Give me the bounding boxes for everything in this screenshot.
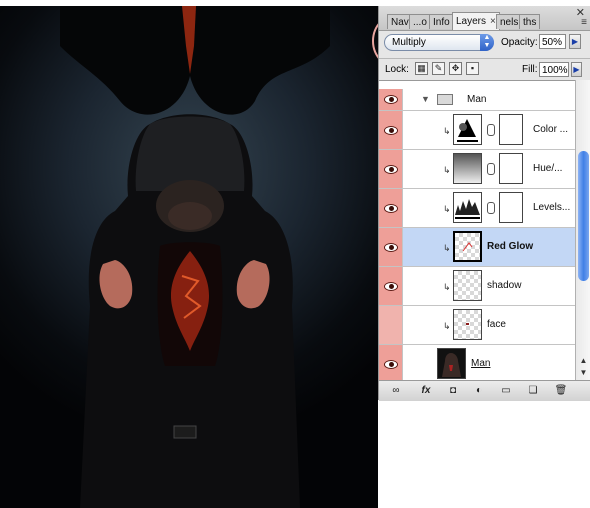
layer-name: Color ... bbox=[533, 124, 569, 135]
tab-layers[interactable]: Layers × bbox=[452, 12, 500, 30]
visibility-toggle[interactable] bbox=[379, 189, 403, 227]
visibility-toggle[interactable] bbox=[379, 345, 403, 381]
layer-row-man[interactable]: Man bbox=[379, 345, 575, 381]
clip-arrow-icon: ↳ bbox=[443, 282, 451, 292]
clip-arrow-icon: ↳ bbox=[443, 126, 451, 136]
eye-icon bbox=[384, 95, 398, 104]
eye-icon bbox=[384, 126, 398, 135]
layer-name: shadow bbox=[487, 280, 522, 291]
layer-name: Man bbox=[471, 358, 491, 369]
fill-slider-button[interactable]: ▶ bbox=[571, 62, 582, 77]
opacity-label: Opacity: bbox=[501, 37, 538, 48]
fill-input[interactable]: 100% bbox=[539, 62, 569, 77]
layers-bottom-toolbar: ∞ fx ◘ ◐ ▭ ❏ 🗑 bbox=[379, 380, 590, 401]
tab-paths[interactable]: ths bbox=[519, 14, 541, 29]
eye-icon bbox=[384, 282, 398, 291]
visibility-toggle[interactable] bbox=[379, 150, 403, 188]
lock-label: Lock: bbox=[385, 64, 409, 75]
eye-icon bbox=[384, 360, 398, 369]
scroll-thumb[interactable] bbox=[578, 151, 589, 281]
lock-all-icon[interactable]: ▪ bbox=[466, 62, 479, 75]
scroll-down-arrow-icon[interactable]: ▼ bbox=[578, 368, 589, 378]
visibility-toggle[interactable] bbox=[379, 228, 403, 266]
layer-row-face[interactable]: ↳ face bbox=[379, 306, 575, 345]
layer-row-shadow[interactable]: ↳ shadow bbox=[379, 267, 575, 306]
palette-tab-bar: Nav ...o Info Layers × nels ths ✕ ≡ bbox=[379, 6, 590, 31]
eye-icon bbox=[384, 204, 398, 213]
eye-icon bbox=[384, 243, 398, 252]
visibility-toggle[interactable] bbox=[379, 267, 403, 305]
layers-list: ▼ Man ↳ Color ... ↳ Hue/... ↳ Levels... … bbox=[379, 80, 575, 381]
folder-icon bbox=[437, 94, 453, 105]
eye-icon bbox=[384, 165, 398, 174]
visibility-toggle[interactable] bbox=[379, 111, 403, 149]
opacity-slider-button[interactable]: ▶ bbox=[569, 34, 581, 49]
opacity-input[interactable]: 50% bbox=[539, 34, 566, 49]
levels-histogram-icon bbox=[453, 192, 482, 223]
scroll-up-arrow-icon[interactable]: ▲ bbox=[578, 356, 589, 366]
chain-link-icon bbox=[487, 124, 495, 136]
visibility-toggle[interactable] bbox=[379, 89, 403, 110]
layer-mask-thumbnail bbox=[499, 153, 523, 184]
layer-thumbnail bbox=[453, 231, 482, 262]
layer-name: Man bbox=[467, 94, 487, 105]
layer-row-hue-saturation[interactable]: ↳ Hue/... bbox=[379, 150, 575, 189]
clip-arrow-icon: ↳ bbox=[443, 243, 451, 253]
layers-scrollbar[interactable]: ▲ ▼ bbox=[575, 80, 590, 380]
add-mask-icon[interactable]: ◘ bbox=[445, 384, 461, 397]
clip-arrow-icon: ↳ bbox=[443, 204, 451, 214]
blend-row: Multiply ▲ ▼ Opacity: 50% ▶ bbox=[379, 31, 590, 57]
chain-link-icon bbox=[487, 202, 495, 214]
lock-move-icon[interactable]: ✥ bbox=[449, 62, 462, 75]
color-balance-icon bbox=[453, 114, 482, 145]
man-figure-thumbnail bbox=[437, 348, 466, 379]
layer-thumbnail bbox=[453, 309, 482, 340]
layer-row-group-man[interactable]: ▼ Man bbox=[379, 89, 575, 111]
stepper-arrows-icon: ▲ ▼ bbox=[480, 34, 494, 51]
layer-mask-thumbnail bbox=[499, 192, 523, 223]
artwork-canvas bbox=[0, 6, 378, 508]
blend-mode-select[interactable]: Multiply ▲ ▼ bbox=[384, 34, 494, 51]
tab-close-icon[interactable]: × bbox=[490, 16, 496, 27]
layer-row-red-glow[interactable]: ↳ Red Glow bbox=[379, 228, 575, 267]
visibility-toggle[interactable] bbox=[379, 306, 403, 344]
new-group-icon[interactable]: ▭ bbox=[498, 384, 514, 397]
layer-row-color-balance[interactable]: ↳ Color ... bbox=[379, 111, 575, 150]
layer-name: Levels... bbox=[533, 202, 571, 213]
layer-name: Red Glow bbox=[487, 241, 534, 252]
disclosure-triangle-icon[interactable]: ▼ bbox=[421, 94, 430, 104]
hooded-figure-artwork bbox=[60, 6, 330, 508]
layer-row-levels[interactable]: ↳ Levels... bbox=[379, 189, 575, 228]
blend-mode-value: Multiply bbox=[392, 37, 426, 48]
new-layer-icon[interactable]: ❏ bbox=[525, 384, 541, 397]
tab-histogram[interactable]: ...o bbox=[409, 14, 431, 29]
link-layers-icon[interactable]: ∞ bbox=[387, 384, 405, 397]
chain-link-icon bbox=[487, 163, 495, 175]
lock-row: Lock: ▦ ✎ ✥ ▪ Fill: 100% ▶ bbox=[379, 58, 590, 81]
tab-info[interactable]: Info bbox=[429, 14, 454, 29]
clip-arrow-icon: ↳ bbox=[443, 321, 451, 331]
layer-name: Hue/... bbox=[533, 163, 563, 174]
palette-menu-icon[interactable]: ≡ bbox=[581, 17, 587, 28]
fill-label: Fill: bbox=[522, 64, 538, 75]
layers-palette: Nav ...o Info Layers × nels ths ✕ ≡ Multi… bbox=[378, 6, 590, 401]
clip-arrow-icon: ↳ bbox=[443, 165, 451, 175]
layer-thumbnail bbox=[453, 270, 482, 301]
hue-saturation-icon bbox=[453, 153, 482, 184]
adjustment-layer-icon[interactable]: ◐ bbox=[471, 384, 487, 397]
fx-icon[interactable]: fx bbox=[417, 384, 435, 397]
layer-mask-thumbnail bbox=[499, 114, 523, 145]
trash-icon[interactable]: 🗑 bbox=[553, 384, 569, 397]
layer-name: face bbox=[487, 319, 506, 330]
lock-transparency-icon[interactable]: ▦ bbox=[415, 62, 428, 75]
lock-brush-icon[interactable]: ✎ bbox=[432, 62, 445, 75]
